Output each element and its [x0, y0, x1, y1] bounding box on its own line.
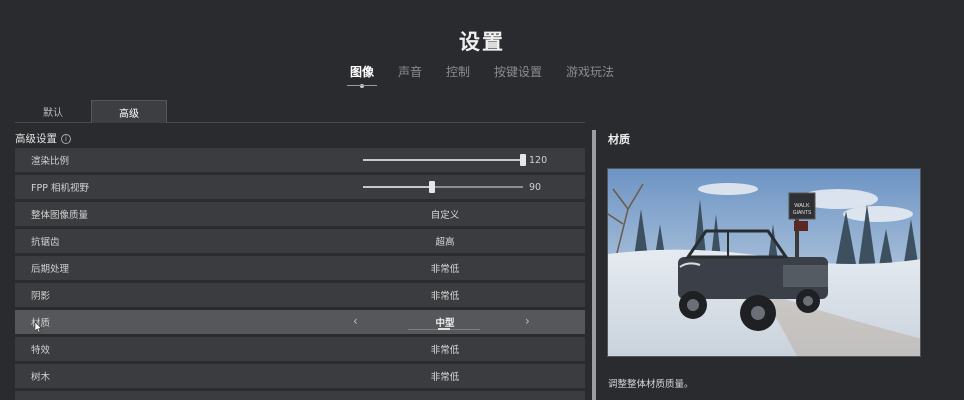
render-scale-slider[interactable] [363, 154, 526, 166]
render-scale-value: 120 [529, 154, 548, 166]
render-scale-slider-handle[interactable] [520, 154, 526, 166]
post-processing-label: 后期处理 [31, 264, 70, 275]
chevron-right-icon[interactable]: › [525, 314, 530, 328]
scrollbar-thumb[interactable] [592, 130, 596, 400]
section-title: 高级设置 [15, 133, 57, 145]
row-render-scale: 渲染比例 120 [15, 148, 585, 172]
preview-description: 调整整体材质质量。 [608, 379, 694, 390]
page-title: 设置 [459, 30, 505, 54]
textures-value: 中型 [435, 318, 455, 329]
post-processing-value: 非常低 [430, 264, 460, 275]
fpp-fov-label: FPP 相机视野 [31, 183, 89, 194]
row-foliage[interactable]: 树木 非常低 [15, 364, 585, 388]
tab-graphics[interactable]: 图像 [346, 63, 377, 88]
sign-text-giants: GIANTS [793, 210, 812, 216]
row-textures[interactable]: 材质 ‹ 中型 › [15, 310, 585, 334]
subtab-default[interactable]: 默认 [15, 100, 91, 123]
scrollbar[interactable] [592, 130, 596, 400]
row-anti-aliasing[interactable]: 抗锯齿 超高 [15, 229, 585, 253]
fpp-fov-slider[interactable] [363, 181, 523, 193]
sign-text-walk: WALK [794, 203, 810, 209]
fpp-fov-slider-handle[interactable] [428, 181, 435, 193]
tab-sound[interactable]: 声音 [395, 63, 425, 86]
preview-scene: WALK GIANTS [608, 169, 920, 356]
mouse-cursor-icon [35, 322, 43, 333]
chevron-left-icon[interactable]: ‹ [353, 314, 358, 328]
effects-label: 特效 [31, 345, 51, 356]
row-fpp-fov: FPP 相机视野 90 [15, 175, 585, 199]
fpp-fov-slider-fill [363, 186, 432, 188]
preview-image: WALK GIANTS [607, 168, 921, 357]
anti-aliasing-value: 超高 [435, 237, 455, 248]
shadows-value: 非常低 [430, 291, 460, 302]
main-tabs: 图像 声音 控制 按键设置 游戏玩法 [0, 63, 964, 88]
shadows-label: 阴影 [31, 291, 51, 302]
foliage-value: 非常低 [430, 372, 460, 383]
render-scale-slider-fill [363, 159, 523, 161]
foliage-label: 树木 [31, 372, 51, 383]
render-scale-label: 渲染比例 [31, 156, 70, 167]
row-partial[interactable] [15, 391, 585, 400]
row-effects[interactable]: 特效 非常低 [15, 337, 585, 361]
anti-aliasing-label: 抗锯齿 [31, 237, 60, 248]
tab-key-bindings[interactable]: 按键设置 [491, 63, 545, 86]
overall-quality-value: 自定义 [430, 210, 460, 221]
sub-tabs: 默认 高级 [15, 100, 585, 123]
overall-quality-label: 整体图像质量 [31, 210, 89, 221]
effects-value: 非常低 [430, 345, 460, 356]
row-shadows[interactable]: 阴影 非常低 [15, 283, 585, 307]
textures-selector-mark [438, 328, 450, 330]
tab-control[interactable]: 控制 [443, 63, 473, 86]
fpp-fov-value: 90 [529, 181, 542, 193]
row-post-processing[interactable]: 后期处理 非常低 [15, 256, 585, 280]
section-header: 高级设置 i [15, 131, 71, 146]
preview-title: 材质 [608, 133, 630, 146]
info-icon[interactable]: i [61, 133, 71, 144]
tab-gameplay[interactable]: 游戏玩法 [563, 63, 617, 86]
subtab-advanced[interactable]: 高级 [91, 100, 167, 123]
row-overall-quality[interactable]: 整体图像质量 自定义 [15, 202, 585, 226]
settings-list: 渲染比例 120 FPP 相机视野 90 整体图像质量 自定义 抗锯齿 超高 后… [15, 148, 585, 400]
